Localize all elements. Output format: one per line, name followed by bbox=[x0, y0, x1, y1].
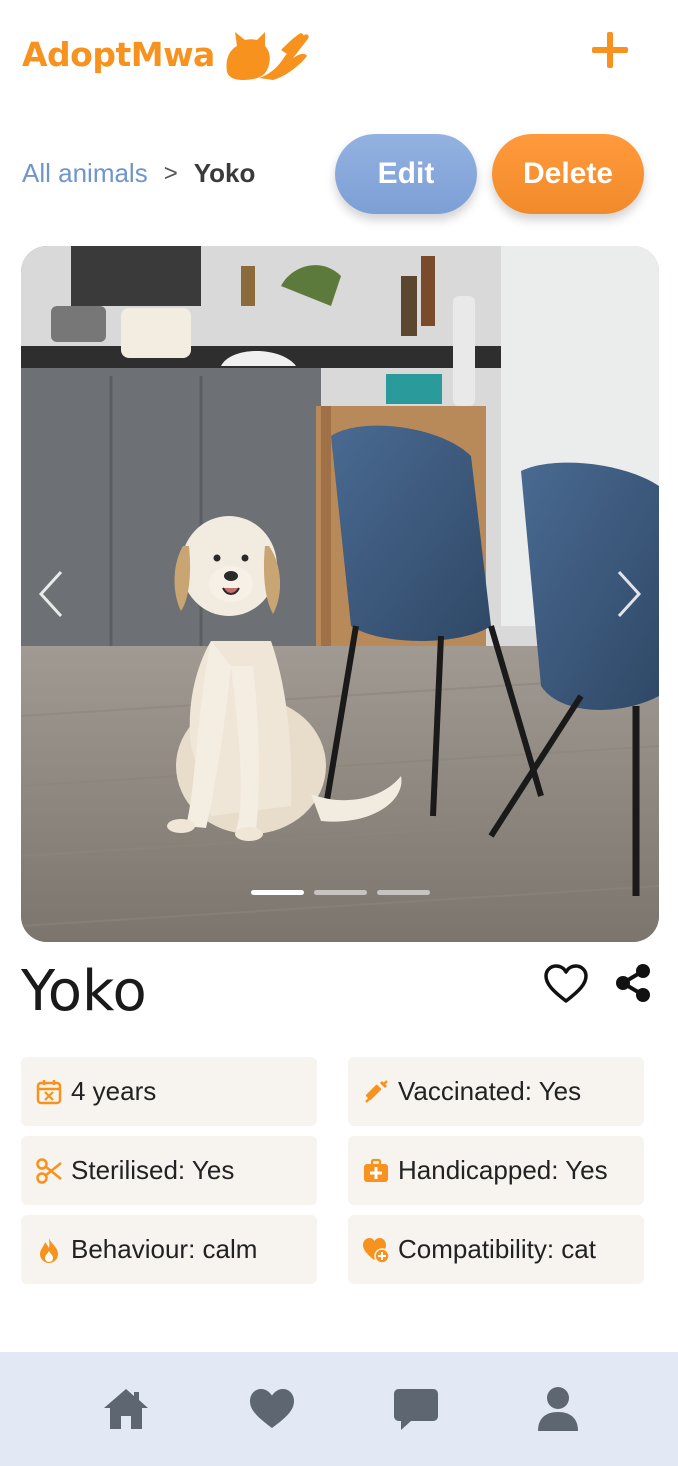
heart-plus-icon bbox=[363, 1237, 390, 1264]
heart-icon[interactable] bbox=[247, 1384, 297, 1434]
carousel-dot[interactable] bbox=[313, 890, 367, 895]
add-icon[interactable] bbox=[588, 28, 632, 72]
home-icon[interactable] bbox=[101, 1384, 151, 1434]
syringe-icon bbox=[365, 1079, 388, 1103]
pet-name-row: Yoko bbox=[21, 955, 659, 1035]
favorite-heart-icon[interactable] bbox=[543, 963, 589, 1005]
dog-photo bbox=[21, 246, 659, 942]
bottom-navigation bbox=[0, 1352, 678, 1466]
breadcrumb: All animals > Yoko bbox=[22, 158, 255, 189]
share-icon[interactable] bbox=[613, 963, 653, 1003]
carousel-dot[interactable] bbox=[250, 890, 304, 895]
fact-text: Vaccinated: Yes bbox=[398, 1076, 582, 1106]
carousel-next-icon[interactable] bbox=[607, 564, 647, 624]
logo-cat-hand-icon bbox=[226, 32, 309, 80]
logo-text: AdoptMwa bbox=[22, 34, 215, 74]
fact-text: Sterilised: Yes bbox=[71, 1155, 235, 1185]
carousel-prev-icon[interactable] bbox=[33, 564, 73, 624]
calendar-icon bbox=[36, 1079, 62, 1104]
fact-text: Handicapped: Yes bbox=[398, 1155, 608, 1185]
fact-age: 4 years bbox=[21, 1057, 317, 1126]
edit-button[interactable]: Edit bbox=[335, 134, 477, 214]
breadcrumb-all-animals[interactable]: All animals bbox=[22, 158, 148, 189]
pet-name: Yoko bbox=[21, 959, 147, 1024]
user-icon[interactable] bbox=[533, 1384, 583, 1434]
fact-handicapped: Handicapped: Yes bbox=[348, 1136, 644, 1205]
scissors-icon bbox=[36, 1157, 62, 1184]
fact-text: Compatibility: cat bbox=[398, 1234, 596, 1264]
fact-behaviour: Behaviour: calm bbox=[21, 1215, 317, 1284]
fact-compatibility: Compatibility: cat bbox=[348, 1215, 644, 1284]
carousel-dot[interactable] bbox=[376, 890, 430, 895]
photo-carousel[interactable] bbox=[21, 246, 659, 942]
fact-text: 4 years bbox=[71, 1076, 157, 1106]
breadcrumb-current: Yoko bbox=[193, 158, 256, 188]
medkit-icon bbox=[364, 1158, 388, 1182]
fact-vaccinated: Vaccinated: Yes bbox=[348, 1057, 644, 1126]
delete-button[interactable]: Delete bbox=[492, 134, 644, 214]
breadcrumb-row: All animals > Yoko Edit Delete bbox=[22, 132, 652, 216]
fact-text: Behaviour: calm bbox=[71, 1234, 258, 1264]
flame-icon bbox=[40, 1237, 58, 1263]
chat-icon[interactable] bbox=[391, 1384, 441, 1434]
carousel-indicators bbox=[21, 890, 659, 895]
app-logo[interactable]: AdoptMwa bbox=[22, 26, 313, 82]
fact-sterilised: Sterilised: Yes bbox=[21, 1136, 317, 1205]
breadcrumb-separator: > bbox=[163, 159, 178, 187]
app-header: AdoptMwa bbox=[0, 0, 678, 100]
